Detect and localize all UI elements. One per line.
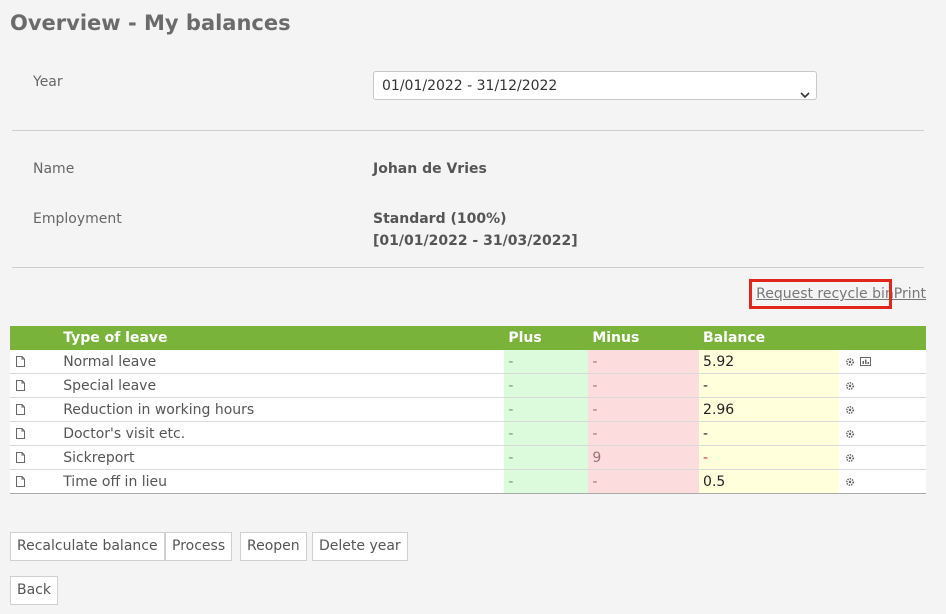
divider: [12, 267, 924, 268]
table-row: Special leave - - -: [10, 373, 926, 398]
table-row: Sickreport -9-: [10, 445, 926, 470]
gear-icon[interactable]: [845, 474, 855, 490]
row-icon-cell: [10, 373, 64, 398]
name-value: Johan de Vries: [373, 161, 487, 177]
plus-value: -: [504, 421, 589, 446]
minus-value: -: [588, 350, 700, 374]
row-actions: [839, 350, 926, 374]
divider: [12, 130, 924, 131]
header-icon-col: [10, 326, 64, 350]
document-icon[interactable]: [16, 474, 25, 490]
document-icon[interactable]: [16, 378, 25, 394]
gear-icon[interactable]: [845, 354, 855, 370]
reopen-button[interactable]: Reopen: [240, 532, 307, 561]
minus-value: 9: [588, 445, 700, 470]
table-row: Normal leave - -5.92: [10, 350, 926, 374]
table-row: Doctor's visit etc. - - -: [10, 421, 926, 446]
employment-type: Standard (100%): [373, 211, 507, 227]
employment-value: Standard (100%) [01/01/2022 - 31/03/2022…: [373, 208, 578, 252]
highlight-box: [749, 279, 892, 309]
leave-type: Reduction in working hours: [63, 397, 505, 422]
delete-year-button[interactable]: Delete year: [312, 532, 408, 561]
year-select[interactable]: 01/01/2022 - 31/12/2022: [373, 71, 817, 100]
row-icon-cell: [10, 445, 64, 470]
leave-type: Normal leave: [63, 350, 505, 374]
print-link[interactable]: Print: [894, 286, 926, 302]
row-actions: [839, 373, 926, 398]
gear-icon[interactable]: [845, 402, 855, 418]
page-title: Overview - My balances: [10, 11, 291, 35]
back-button[interactable]: Back: [10, 576, 58, 605]
row-icon-cell: [10, 469, 64, 494]
year-label: Year: [33, 74, 63, 90]
balance-value: -: [699, 445, 840, 470]
document-icon[interactable]: [16, 402, 25, 418]
year-select-value: 01/01/2022 - 31/12/2022: [382, 78, 558, 94]
chart-icon[interactable]: [859, 354, 871, 370]
gear-icon[interactable]: [845, 426, 855, 442]
plus-value: -: [504, 373, 589, 398]
leave-type: Time off in lieu: [63, 469, 505, 494]
row-icon-cell: [10, 421, 64, 446]
minus-value: -: [588, 421, 700, 446]
row-actions: [839, 397, 926, 422]
row-actions: [839, 421, 926, 446]
gear-icon[interactable]: [845, 378, 855, 394]
minus-value: -: [588, 469, 700, 494]
process-button[interactable]: Process: [165, 532, 233, 561]
plus-value: -: [504, 397, 589, 422]
row-icon-cell: [10, 397, 64, 422]
leave-type: Doctor's visit etc.: [63, 421, 505, 446]
gear-icon[interactable]: [845, 450, 855, 466]
plus-value: -: [504, 469, 589, 494]
name-label: Name: [33, 161, 75, 177]
chevron-down-icon: [800, 81, 810, 110]
document-icon[interactable]: [16, 450, 25, 466]
leave-type: Special leave: [63, 373, 505, 398]
table-header: Type of leave Plus Minus Balance: [10, 326, 926, 350]
minus-value: -: [588, 373, 700, 398]
employment-period: [01/01/2022 - 31/03/2022]: [373, 233, 578, 249]
header-actions-col: [839, 326, 926, 350]
minus-value: -: [588, 397, 700, 422]
table-row: Time off in lieu - -0.5: [10, 469, 926, 494]
header-minus: Minus: [588, 326, 700, 350]
header-balance: Balance: [699, 326, 840, 350]
plus-value: -: [504, 350, 589, 374]
balance-value: 5.92: [699, 350, 840, 374]
plus-value: -: [504, 445, 589, 470]
balance-value: 0.5: [699, 469, 840, 494]
leave-type: Sickreport: [63, 445, 505, 470]
row-icon-cell: [10, 350, 64, 374]
balance-value: -: [699, 373, 840, 398]
table-row: Reduction in working hours - -2.96: [10, 397, 926, 422]
balance-value: -: [699, 421, 840, 446]
balance-value: 2.96: [699, 397, 840, 422]
document-icon[interactable]: [16, 426, 25, 442]
header-plus: Plus: [504, 326, 589, 350]
row-actions: [839, 445, 926, 470]
document-icon[interactable]: [16, 354, 25, 370]
balances-table: Type of leave Plus Minus Balance Normal …: [10, 326, 926, 494]
row-actions: [839, 469, 926, 494]
header-type: Type of leave: [63, 326, 505, 350]
recalculate-balance-button[interactable]: Recalculate balance: [10, 532, 165, 561]
employment-label: Employment: [33, 211, 122, 227]
